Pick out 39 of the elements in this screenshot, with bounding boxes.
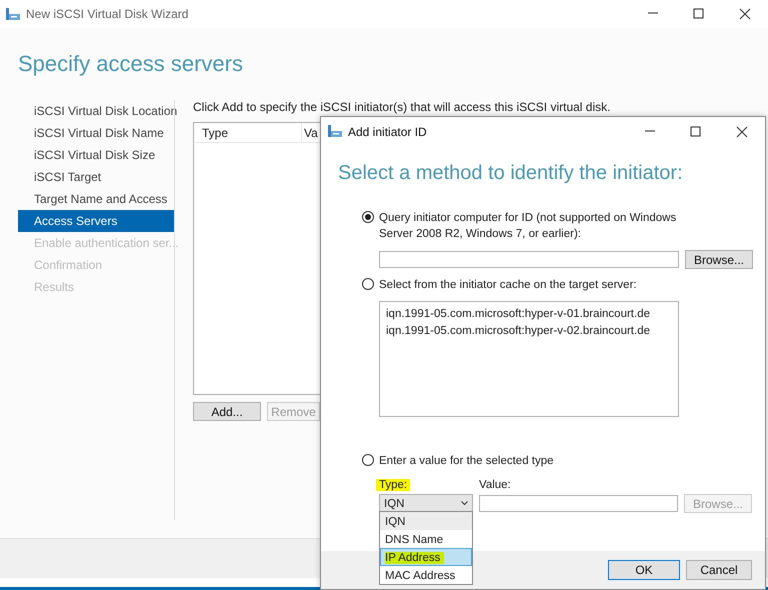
value-field[interactable] [479, 495, 678, 512]
wizard-step[interactable]: iSCSI Target [18, 166, 174, 188]
column-header[interactable]: Type [194, 123, 302, 142]
maximize-icon[interactable] [693, 8, 705, 20]
ok-button[interactable]: OK [608, 560, 680, 580]
wizard-step[interactable]: Target Name and Access [18, 188, 174, 210]
dropdown-option[interactable]: IQN [380, 512, 472, 530]
value-label: Value: [478, 478, 512, 493]
wizard-step[interactable]: iSCSI Virtual Disk Location [18, 100, 174, 122]
wizard-step[interactable]: iSCSI Virtual Disk Size [18, 144, 174, 166]
dialog-heading: Select a method to identify the initiator: [338, 161, 684, 186]
close-icon[interactable] [739, 8, 751, 20]
option-label: Select from the initiator cache on the target server: [379, 278, 638, 293]
maximize-icon[interactable] [690, 126, 702, 138]
option-label: Query initiator computer for ID (not supported on Windows Server 2008 R2, Windows 7, or earlier): [379, 211, 678, 242]
wizard-step[interactable]: iSCSI Virtual Disk Name [18, 122, 174, 144]
window-title: New iSCSI Virtual Disk Wizard [26, 7, 190, 21]
browse-button[interactable]: Browse... [685, 250, 753, 269]
add-button[interactable]: Add... [193, 402, 261, 421]
instruction-text: Click Add to specify the iSCSI initiator(s) that will access this iSCSI virtual disk. [193, 100, 612, 114]
dropdown-option[interactable]: MAC Address [380, 566, 472, 584]
chevron-icon [461, 501, 468, 506]
app-icon [328, 125, 342, 138]
list-item[interactable]: iqn.1991-05.com.microsoft:hyper-v-01.braincourt.de [386, 306, 672, 323]
radio-button[interactable] [362, 211, 374, 223]
list-item[interactable]: iqn.1991-05.com.microsoft:hyper-v-02.braincourt.de [386, 323, 672, 340]
cancel-button[interactable]: Cancel [686, 560, 752, 580]
type-label: Type: [376, 479, 410, 491]
dialog-title: Add initiator ID [348, 124, 428, 138]
option-label: Enter a value for the selected type [379, 454, 555, 469]
wizard-step[interactable]: Access Servers [18, 210, 174, 232]
app-icon [6, 8, 20, 20]
radio-button[interactable] [362, 278, 374, 290]
close-icon[interactable] [736, 126, 748, 138]
dropdown-option[interactable]: IP Address [380, 548, 472, 566]
computer-field[interactable] [379, 251, 679, 268]
page-heading: Specify access servers [18, 50, 244, 78]
dropdown-option[interactable]: DNS Name [380, 530, 472, 548]
radio-button[interactable] [362, 454, 374, 466]
